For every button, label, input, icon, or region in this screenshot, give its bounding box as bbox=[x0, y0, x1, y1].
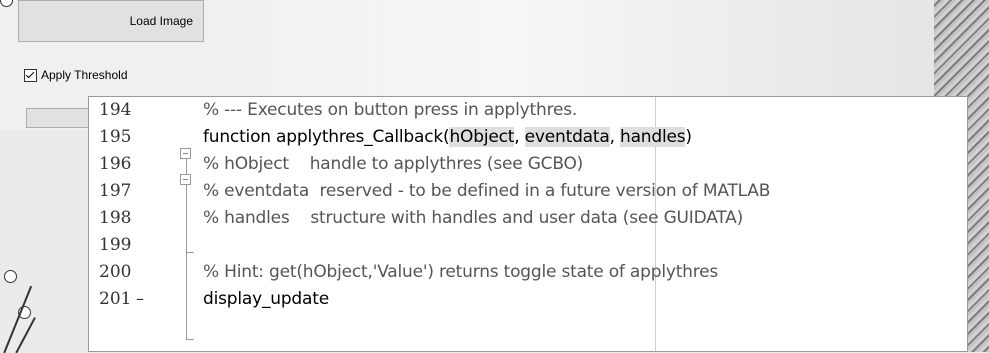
code-editor[interactable]: 194 % --- Executes on button press in ap… bbox=[88, 96, 968, 352]
code-text: % hObject handle to applythres (see GCBO… bbox=[203, 154, 584, 174]
code-line[interactable]: 195 function applythres_Callback(hObject… bbox=[89, 124, 967, 150]
line-number: 195 bbox=[99, 127, 132, 147]
highlighted-identifier: handles bbox=[620, 127, 686, 147]
threshold-slider[interactable] bbox=[26, 108, 96, 128]
code-text: % eventdata reserved - to be defined in … bbox=[203, 181, 771, 201]
line-number: 198 bbox=[99, 208, 132, 228]
code-line[interactable]: 197 % eventdata reserved - to be defined… bbox=[89, 178, 967, 204]
highlighted-identifier: eventdata bbox=[524, 127, 610, 147]
highlighted-identifier: hObject bbox=[449, 127, 515, 147]
apply-threshold-label: Apply Threshold bbox=[41, 68, 128, 82]
code-text: % --- Executes on button press in applyt… bbox=[203, 100, 578, 120]
line-number: 194 bbox=[99, 100, 132, 120]
code-text: % Hint: get(hObject,'Value') returns tog… bbox=[203, 262, 719, 282]
code-line[interactable]: 200 % Hint: get(hObject,'Value') returns… bbox=[89, 259, 967, 285]
code-line[interactable]: 194 % --- Executes on button press in ap… bbox=[89, 97, 967, 123]
line-number: 201 bbox=[99, 289, 132, 309]
code-line[interactable]: 196 % hObject handle to applythres (see … bbox=[89, 151, 967, 177]
apply-threshold-checkbox[interactable] bbox=[24, 68, 37, 82]
code-text: display_update bbox=[203, 289, 329, 309]
code-text: function applythres_Callback(hObject, ev… bbox=[203, 127, 692, 147]
code-line[interactable]: 198 % handles structure with handles and… bbox=[89, 205, 967, 231]
apply-threshold-row[interactable]: Apply Threshold bbox=[24, 68, 128, 82]
load-image-button[interactable]: Load Image bbox=[18, 0, 204, 42]
callout-ring-icon bbox=[4, 270, 17, 283]
callout-line bbox=[15, 317, 36, 353]
line-number: 199 bbox=[99, 235, 132, 255]
fold-guide-end bbox=[186, 339, 194, 340]
code-line[interactable]: 201 – display_update bbox=[89, 286, 967, 312]
code-text: % handles structure with handles and use… bbox=[203, 208, 744, 228]
code-line[interactable]: 199 bbox=[89, 232, 967, 258]
breakpoint-marker[interactable]: – bbox=[136, 286, 144, 312]
line-number: 200 bbox=[99, 262, 132, 282]
line-number: 196 bbox=[99, 154, 132, 174]
callout-line bbox=[3, 285, 32, 353]
line-number: 197 bbox=[99, 181, 132, 201]
